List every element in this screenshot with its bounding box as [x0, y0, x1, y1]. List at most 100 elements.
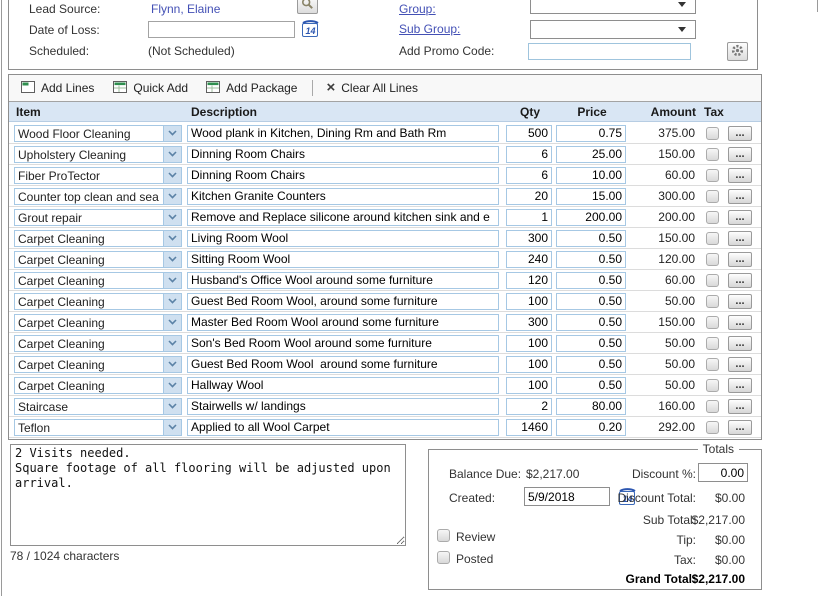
- row-options-button[interactable]: ...: [728, 189, 752, 204]
- qty-input[interactable]: [506, 377, 552, 394]
- item-select[interactable]: Carpet Cleaning: [14, 293, 182, 310]
- review-checkbox[interactable]: [437, 529, 450, 542]
- quick-add-button[interactable]: Quick Add: [113, 81, 188, 96]
- description-input[interactable]: [187, 335, 499, 352]
- chevron-down-icon[interactable]: [163, 126, 181, 141]
- qty-input[interactable]: [506, 251, 552, 268]
- chevron-down-icon[interactable]: [163, 147, 181, 162]
- row-options-button[interactable]: ...: [728, 357, 752, 372]
- qty-input[interactable]: [506, 230, 552, 247]
- qty-input[interactable]: [506, 356, 552, 373]
- created-date-input[interactable]: [524, 487, 610, 506]
- chevron-down-icon[interactable]: [163, 273, 181, 288]
- price-input[interactable]: [556, 188, 626, 205]
- description-input[interactable]: [187, 167, 499, 184]
- tax-checkbox[interactable]: [706, 127, 719, 140]
- add-package-button[interactable]: Add Package: [206, 81, 297, 96]
- date-of-loss-input[interactable]: [148, 21, 295, 38]
- row-options-button[interactable]: ...: [728, 336, 752, 351]
- tax-checkbox[interactable]: [706, 274, 719, 287]
- chevron-down-icon[interactable]: [163, 252, 181, 267]
- item-select[interactable]: Grout repair: [14, 209, 182, 226]
- tax-checkbox[interactable]: [706, 169, 719, 182]
- chevron-down-icon[interactable]: [163, 294, 181, 309]
- posted-checkbox[interactable]: [437, 551, 450, 564]
- item-select[interactable]: Wood Floor Cleaning: [14, 125, 182, 142]
- price-input[interactable]: [556, 419, 626, 436]
- qty-input[interactable]: [506, 335, 552, 352]
- promo-code-input[interactable]: [528, 43, 691, 60]
- item-select[interactable]: Upholstery Cleaning: [14, 146, 182, 163]
- price-input[interactable]: [556, 209, 626, 226]
- lead-source-link[interactable]: Flynn, Elaine: [151, 2, 220, 16]
- row-options-button[interactable]: ...: [728, 231, 752, 246]
- row-options-button[interactable]: ...: [728, 420, 752, 435]
- price-input[interactable]: [556, 272, 626, 289]
- description-input[interactable]: [187, 377, 499, 394]
- row-options-button[interactable]: ...: [728, 399, 752, 414]
- sub-group-select[interactable]: [530, 20, 696, 39]
- tax-checkbox[interactable]: [706, 253, 719, 266]
- price-input[interactable]: [556, 230, 626, 247]
- item-select[interactable]: Carpet Cleaning: [14, 356, 182, 373]
- qty-input[interactable]: [506, 188, 552, 205]
- tax-checkbox[interactable]: [706, 148, 719, 161]
- item-select[interactable]: Carpet Cleaning: [14, 230, 182, 247]
- price-input[interactable]: [556, 293, 626, 310]
- chevron-down-icon[interactable]: [163, 357, 181, 372]
- price-input[interactable]: [556, 314, 626, 331]
- row-options-button[interactable]: ...: [728, 315, 752, 330]
- tax-checkbox[interactable]: [706, 190, 719, 203]
- qty-input[interactable]: [506, 314, 552, 331]
- chevron-down-icon[interactable]: [163, 189, 181, 204]
- qty-input[interactable]: [506, 209, 552, 226]
- tax-checkbox[interactable]: [706, 358, 719, 371]
- item-select[interactable]: Carpet Cleaning: [14, 314, 182, 331]
- description-input[interactable]: [187, 398, 499, 415]
- group-link[interactable]: Group:: [399, 2, 436, 16]
- chevron-down-icon[interactable]: [163, 210, 181, 225]
- tax-checkbox[interactable]: [706, 337, 719, 350]
- row-options-button[interactable]: ...: [728, 210, 752, 225]
- calendar-icon[interactable]: 14: [301, 20, 320, 41]
- item-select[interactable]: Staircase: [14, 398, 182, 415]
- tax-checkbox[interactable]: [706, 379, 719, 392]
- description-input[interactable]: [187, 230, 499, 247]
- item-select[interactable]: Counter top clean and sea: [14, 188, 182, 205]
- tax-checkbox[interactable]: [706, 211, 719, 224]
- price-input[interactable]: [556, 167, 626, 184]
- tax-checkbox[interactable]: [706, 316, 719, 329]
- description-input[interactable]: [187, 188, 499, 205]
- sub-group-link[interactable]: Sub Group:: [399, 22, 460, 36]
- price-input[interactable]: [556, 251, 626, 268]
- qty-input[interactable]: [506, 167, 552, 184]
- chevron-down-icon[interactable]: [163, 315, 181, 330]
- row-options-button[interactable]: ...: [728, 294, 752, 309]
- notes-textarea[interactable]: [10, 444, 406, 546]
- description-input[interactable]: [187, 209, 499, 226]
- price-input[interactable]: [556, 335, 626, 352]
- description-input[interactable]: [187, 146, 499, 163]
- qty-input[interactable]: [506, 398, 552, 415]
- clear-all-lines-button[interactable]: × Clear All Lines: [326, 81, 417, 95]
- qty-input[interactable]: [506, 272, 552, 289]
- promo-settings-button[interactable]: [727, 42, 748, 61]
- price-input[interactable]: [556, 377, 626, 394]
- price-input[interactable]: [556, 125, 626, 142]
- row-options-button[interactable]: ...: [728, 273, 752, 288]
- item-select[interactable]: Carpet Cleaning: [14, 272, 182, 289]
- tax-checkbox[interactable]: [706, 295, 719, 308]
- row-options-button[interactable]: ...: [728, 126, 752, 141]
- description-input[interactable]: [187, 293, 499, 310]
- description-input[interactable]: [187, 125, 499, 142]
- price-input[interactable]: [556, 146, 626, 163]
- qty-input[interactable]: [506, 293, 552, 310]
- chevron-down-icon[interactable]: [163, 378, 181, 393]
- item-select[interactable]: Carpet Cleaning: [14, 377, 182, 394]
- tax-checkbox[interactable]: [706, 400, 719, 413]
- item-select[interactable]: Carpet Cleaning: [14, 251, 182, 268]
- description-input[interactable]: [187, 314, 499, 331]
- qty-input[interactable]: [506, 419, 552, 436]
- price-input[interactable]: [556, 356, 626, 373]
- row-options-button[interactable]: ...: [728, 252, 752, 267]
